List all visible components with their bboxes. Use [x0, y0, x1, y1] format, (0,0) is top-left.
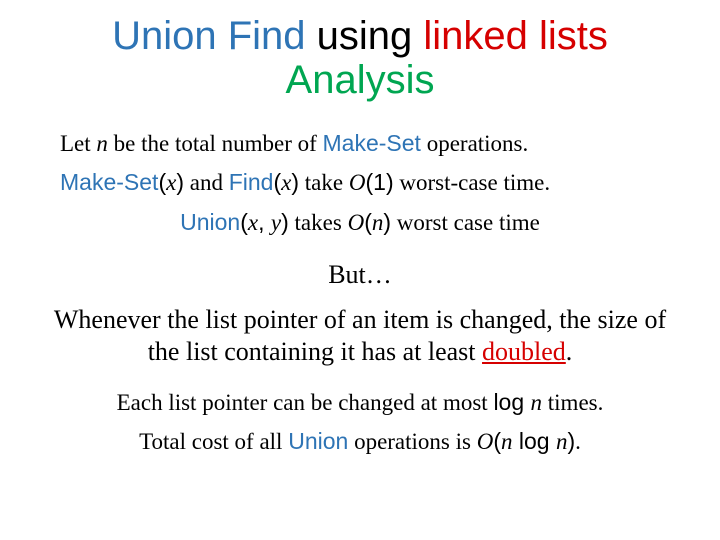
paren: ( — [240, 209, 248, 235]
text: Total cost of all — [139, 429, 288, 454]
text: be the total number of — [108, 131, 323, 156]
var-n: n — [372, 210, 384, 235]
var-n: n — [531, 390, 543, 415]
paren: ( — [364, 209, 372, 235]
line-2: Make-Set(x) and Find(x) take O(1) worst-… — [60, 169, 696, 196]
big-o: O — [477, 429, 494, 454]
big-o: O — [348, 210, 365, 235]
slide-title: Union Find using linked lists Analysis — [24, 14, 696, 102]
paren: ( — [273, 169, 281, 195]
line-4: Each list pointer can be changed at most… — [24, 389, 696, 416]
doubled-para: Whenever the list pointer of an item is … — [50, 304, 670, 366]
title-union-find: Union Find — [112, 14, 305, 58]
big-o: O — [349, 170, 366, 195]
comma: , — [258, 209, 271, 235]
op-find: Find — [229, 169, 274, 195]
title-linked-lists: linked lists — [423, 14, 608, 58]
var-n: n — [96, 131, 108, 156]
text: worst-case time. — [394, 170, 550, 195]
op-union: Union — [180, 209, 240, 235]
var-n: n — [501, 429, 513, 454]
paren: ) — [383, 209, 391, 235]
op-make-set: Make-Set — [60, 169, 158, 195]
but-line: But… — [24, 260, 696, 290]
paren: ) — [176, 169, 184, 195]
dot: . — [575, 429, 581, 454]
log: log — [493, 389, 530, 415]
paren: ( — [365, 169, 373, 195]
log: log — [513, 428, 556, 454]
var-x: x — [281, 170, 291, 195]
title-analysis: Analysis — [286, 58, 435, 102]
var-y: y — [271, 210, 281, 235]
paren: ) — [291, 169, 299, 195]
line-5: Total cost of all Union operations is O(… — [24, 428, 696, 455]
const-1: 1 — [373, 169, 386, 195]
var-x: x — [166, 170, 176, 195]
line-3: Union(x, y) takes O(n) worst case time — [24, 209, 696, 236]
paren: ) — [386, 169, 394, 195]
text: times. — [542, 390, 603, 415]
paren: ) — [281, 209, 289, 235]
var-n: n — [556, 429, 568, 454]
paren: ( — [493, 428, 501, 454]
text: Let — [60, 131, 96, 156]
text: operations. — [421, 131, 528, 156]
slide: Union Find using linked lists Analysis L… — [0, 0, 720, 540]
text: operations is — [348, 429, 476, 454]
paren: ( — [158, 169, 166, 195]
op-union: Union — [288, 428, 348, 454]
var-x: x — [248, 210, 258, 235]
doubled-word: doubled — [482, 337, 566, 366]
text: Whenever the list pointer of an item is … — [54, 305, 666, 365]
line-1: Let n be the total number of Make-Set op… — [60, 130, 696, 157]
title-using: using — [306, 14, 424, 58]
op-make-set: Make-Set — [323, 130, 421, 156]
dot: . — [566, 337, 573, 366]
text: take — [299, 170, 349, 195]
text: Each list pointer can be changed at most — [117, 390, 494, 415]
text: and — [184, 170, 229, 195]
text: worst case time — [391, 210, 540, 235]
text: takes — [289, 210, 348, 235]
